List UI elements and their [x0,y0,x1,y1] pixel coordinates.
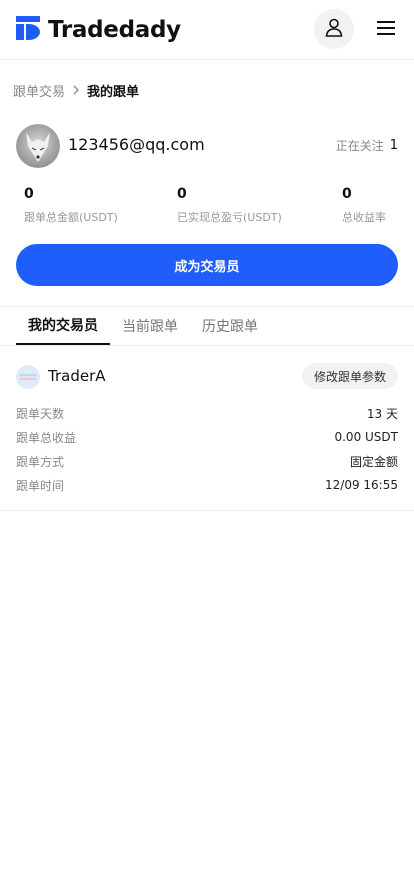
follow-tabs: 我的交易员 当前跟单 历史跟单 [16,306,270,345]
trader-avatar-image [16,365,40,389]
detail-value: 13 天 [366,406,398,421]
breadcrumb-copy-trading-link[interactable]: 跟单交易 [13,81,65,100]
detail-row-follow-mode: 跟单方式 固定金额 [16,451,398,471]
trader-name[interactable]: TraderA [48,367,106,385]
brand-name: Tradedady [48,17,181,43]
detail-label: 跟单天数 [16,406,65,421]
tab-my-traders[interactable]: 我的交易员 [16,306,110,345]
become-trader-button[interactable]: 成为交易员 [16,244,398,286]
stat-value: 0 [342,186,352,202]
trader-avatar [16,365,40,389]
detail-label: 跟单总收益 [16,430,77,445]
detail-row-total-profit: 跟单总收益 0.00 USDT [16,427,398,447]
detail-value: 0.00 USDT [334,430,398,444]
hamburger-menu-icon [376,20,396,40]
detail-row-follow-days: 跟单天数 13 天 [16,403,398,423]
stat-value: 0 [24,186,34,202]
profile-avatar [16,124,60,168]
stat-total-return-rate: 0 总收益率 [342,186,386,225]
main-menu-button[interactable] [372,16,400,44]
stat-total-follow-amount: 0 跟单总金额(USDT) [24,186,118,225]
stat-label: 总收益率 [342,211,386,224]
stat-realized-pnl: 0 已实现总盈亏(USDT) [177,186,282,225]
user-account-button[interactable] [314,9,354,49]
detail-value: 12/09 16:55 [325,478,398,492]
tab-history-follows[interactable]: 历史跟单 [190,306,270,345]
divider [0,345,414,346]
tab-current-follows[interactable]: 当前跟单 [110,306,190,345]
stat-label: 已实现总盈亏(USDT) [177,211,282,224]
breadcrumb-current: 我的跟单 [87,84,140,100]
stat-value: 0 [177,186,187,202]
stat-label: 跟单总金额(USDT) [24,211,118,224]
wolf-avatar-image [16,124,60,168]
following-number: 1 [389,138,398,153]
profile-email: 123456@qq.com [68,135,205,154]
divider [0,510,414,511]
following-count[interactable]: 正在关注 1 [336,137,398,154]
brand-logo[interactable]: Tradedady [16,16,181,44]
top-header: Tradedady [0,0,414,60]
chevron-right-icon [72,85,80,95]
tradedady-logo-icon [16,16,40,44]
edit-follow-params-button[interactable]: 修改跟单参数 [301,363,398,389]
detail-label: 跟单方式 [16,454,65,469]
user-icon [324,17,344,41]
detail-value: 固定金额 [349,454,398,469]
detail-label: 跟单时间 [16,478,65,493]
breadcrumb: 跟单交易 我的跟单 [13,80,139,100]
detail-row-follow-time: 跟单时间 12/09 16:55 [16,475,398,495]
following-label: 正在关注 [335,139,384,153]
